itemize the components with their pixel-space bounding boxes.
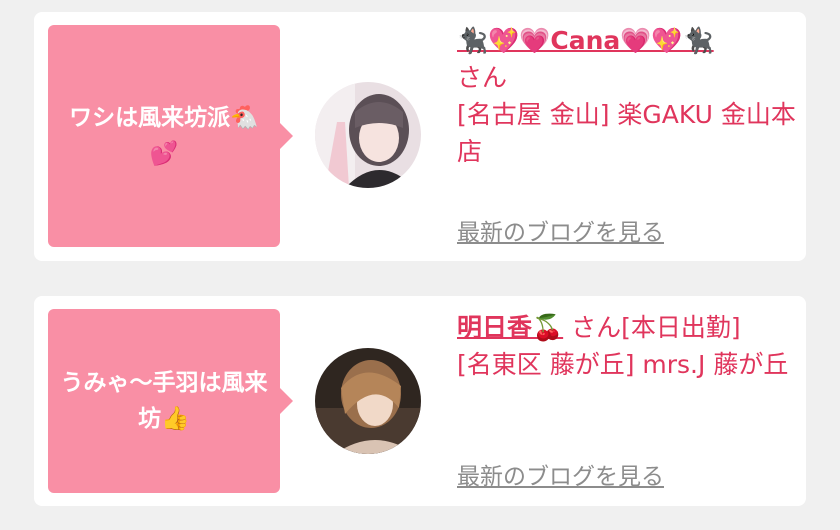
- avatar-photo: [315, 348, 421, 454]
- comment-text: ワシは風来坊派🐔💕: [69, 105, 259, 167]
- cast-info: 明日香🍒 さん[本日出勤] [名東区 藤が丘] mrs.J 藤が丘: [457, 309, 797, 383]
- avatar[interactable]: [315, 82, 421, 188]
- store-name: [名古屋 金山] 楽GAKU 金山本店: [457, 100, 796, 166]
- cast-name-link[interactable]: 🐈‍⬛💖💗Cana💗💖🐈‍⬛: [457, 26, 714, 55]
- comment-text: うみゃ〜手羽は風来坊👍: [60, 370, 268, 432]
- latest-blog-link[interactable]: 最新のブログを見る: [457, 457, 664, 491]
- comment-bubble: ワシは風来坊派🐔💕: [48, 25, 293, 247]
- latest-blog-link[interactable]: 最新のブログを見る: [457, 213, 664, 247]
- honorific: さん[本日出勤]: [571, 313, 741, 342]
- store-name: [名東区 藤が丘] mrs.J 藤が丘: [457, 350, 789, 379]
- review-card: ワシは風来坊派🐔💕 🐈‍⬛💖💗Cana💗💖🐈‍⬛ さん [名古屋 金山] 楽GA…: [34, 12, 806, 261]
- honorific: さん: [457, 63, 508, 92]
- comment-bubble: うみゃ〜手羽は風来坊👍: [48, 309, 293, 493]
- cast-name-link[interactable]: 明日香🍒: [457, 313, 563, 342]
- avatar-photo: [315, 82, 421, 188]
- avatar[interactable]: [315, 348, 421, 454]
- review-card: うみゃ〜手羽は風来坊👍 明日香🍒 さん[本日出勤] [名東区 藤が丘] mrs.…: [34, 296, 806, 506]
- cast-info: 🐈‍⬛💖💗Cana💗💖🐈‍⬛ さん [名古屋 金山] 楽GAKU 金山本店: [457, 22, 797, 170]
